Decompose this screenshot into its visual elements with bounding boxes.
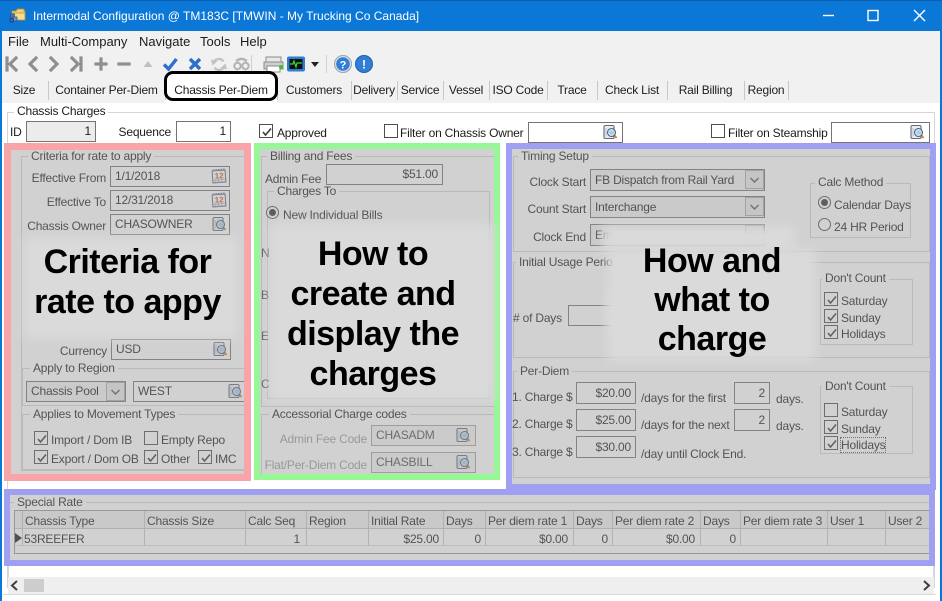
- svg-text:?: ?: [340, 60, 347, 72]
- svg-text:!: !: [362, 58, 366, 72]
